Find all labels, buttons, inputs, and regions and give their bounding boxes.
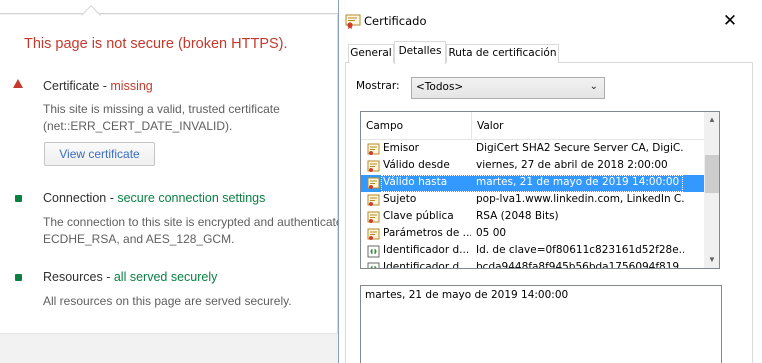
panel-bottom-bar [0,333,338,363]
list-row[interactable]: Válido hasta martes, 21 de mayo de 2019 1… [361,175,704,192]
scrollbar-thumb[interactable] [705,155,719,193]
certificate-heading: Certificate - missing [43,79,153,93]
close-icon[interactable]: ✕ [718,9,742,33]
resources-description: All resources on this page are served se… [43,293,292,310]
tab-ruta-de-certificacion[interactable]: Ruta de certificación [446,44,559,63]
panel-pointer [0,0,338,14]
connection-description-line: ECDHE_RSA, and AES_128_GCM. [43,232,235,246]
dialog-title: Certificado [364,14,427,28]
connection-description: The connection to this site is encrypted… [43,214,343,248]
field-name-cell: Emisor [383,142,419,154]
certificate-fields-list[interactable]: Campo Valor Emisor DigiCert SHA2 Secure S… [360,111,720,269]
resources-status: all served securely [113,270,218,284]
column-header-campo[interactable]: Campo [361,112,471,140]
field-value-cell: martes, 21 de mayo de 2019 14:00:00 [476,176,680,188]
security-summary-title: This page is not secure (broken HTTPS). [24,36,288,52]
connection-status: secure connection settings [117,191,266,205]
connection-description-line: The connection to this site is encrypted… [43,215,343,229]
certificate-description: This site is missing a valid, trusted ce… [43,101,280,135]
field-value-cell: RSA (2048 Bits) [476,210,559,222]
field-name-cell: Clave pública [383,210,454,222]
field-name-cell: Válido hasta [383,176,448,188]
chevron-down-icon: ⌄ [589,81,598,92]
field-value-cell: DigiCert SHA2 Secure Server CA, DigiC... [476,142,684,154]
cert-field-icon [367,194,380,206]
resources-heading-label: Resources - [43,270,114,284]
field-value-cell: Id. de clave=0f80611c823161d52f28e... [476,244,684,256]
cert-field-icon [367,143,380,155]
field-name-cell: Sujeto [383,193,417,205]
certificate-dialog: Certificado ✕ General Detalles Ruta de c… [338,0,762,363]
list-row[interactable]: Sujeto pop-lva1.www.linkedin.com, LinkedI… [361,192,704,209]
cert-field-icon [367,160,380,172]
cert-field-icon [367,177,380,189]
view-certificate-button[interactable]: View certificate [44,142,155,166]
tab-detalles[interactable]: Detalles [394,41,446,64]
show-dropdown[interactable]: <Todos> ⌄ [411,77,605,99]
show-dropdown-value: <Todos> [416,81,464,93]
cert-extension-icon [367,262,380,268]
dialog-tabs: General Detalles Ruta de certificación [339,41,762,64]
field-value-cell: viernes, 27 de abril de 2018 2:00:00 [476,159,668,171]
cert-field-icon [367,228,380,240]
connection-heading: Connection - secure connection settings [43,191,265,205]
list-row[interactable]: Parámetros de ... 05 00 [361,226,704,243]
list-row[interactable]: Emisor DigiCert SHA2 Secure Server CA, Di… [361,141,704,158]
list-row[interactable]: Identificador d... bcda9448fa8f945b56bda1… [361,260,704,269]
resources-heading: Resources - all served securely [43,270,217,284]
field-name-cell: Válido desde [383,159,450,171]
field-value-textbox[interactable]: martes, 21 de mayo de 2019 14:00:00 [360,285,722,363]
column-header-valor[interactable]: Valor [472,112,704,140]
list-row[interactable]: Identificador d... Id. de clave=0f80611c8… [361,243,704,260]
show-label: Mostrar: [356,80,400,92]
scroll-up-icon[interactable]: ▲ [704,112,719,128]
dialog-titlebar[interactable]: Certificado ✕ [339,0,762,41]
field-value-cell: 05 00 [476,227,507,239]
list-row[interactable]: Válido desde viernes, 27 de abril de 2018… [361,158,704,175]
tab-general[interactable]: General [348,44,394,63]
resources-description-line: All resources on this page are served se… [43,294,292,308]
certificate-icon [345,14,361,29]
field-name-cell: Identificador d... [383,261,470,269]
field-name-cell: Parámetros de ... [383,227,471,239]
field-name-cell: Identificador d... [383,244,470,256]
certificate-heading-label: Certificate - [43,79,111,93]
list-header: Campo Valor [361,112,704,140]
cert-field-icon [367,211,380,223]
security-panel: This page is not secure (broken HTTPS). … [0,0,343,363]
secure-square-icon [15,274,22,281]
warning-triangle-icon [13,79,23,88]
list-row[interactable]: Clave pública RSA (2048 Bits) [361,209,704,226]
scroll-down-icon[interactable]: ▼ [704,252,719,268]
certificate-description-line: (net::ERR_CERT_DATE_INVALID). [43,119,233,133]
field-value-cell: pop-lva1.www.linkedin.com, LinkedIn C... [476,193,684,205]
secure-square-icon [15,195,22,202]
cert-extension-icon [367,245,380,258]
connection-heading-label: Connection - [43,191,118,205]
certificate-description-line: This site is missing a valid, trusted ce… [43,102,280,116]
list-scrollbar[interactable]: ▲ ▼ [704,112,719,268]
certificate-status: missing [110,79,153,93]
field-value-cell: bcda9448fa8f945b56bda1756094f819... [476,261,684,269]
